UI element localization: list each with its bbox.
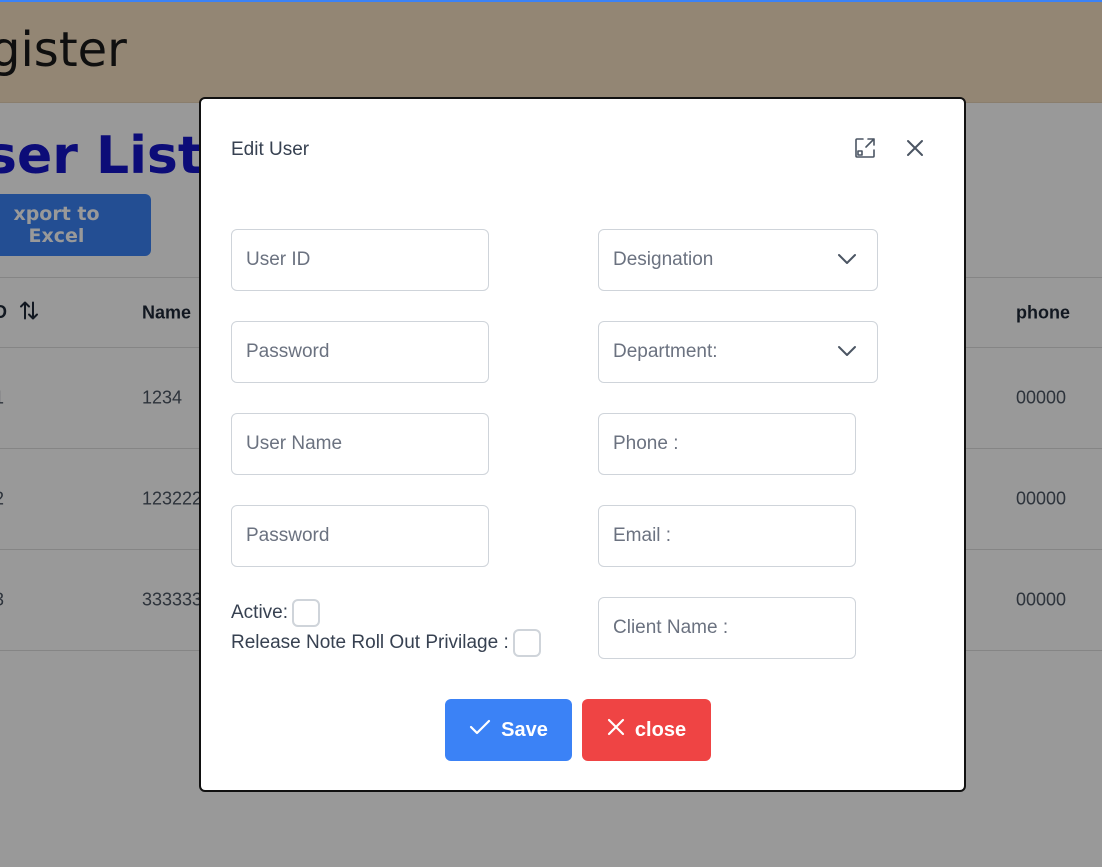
active-label: Active:: [231, 602, 289, 623]
edit-user-dialog: Edit User Active: Release Note R: [199, 97, 966, 792]
designation-value: Designation: [613, 249, 714, 270]
user-name-input[interactable]: [246, 414, 488, 474]
confirm-password-input[interactable]: [246, 506, 488, 566]
password-field[interactable]: [231, 321, 489, 383]
confirm-password-field[interactable]: [231, 505, 489, 567]
user-id-field[interactable]: [231, 229, 489, 291]
close-label: close: [634, 718, 687, 741]
close-button[interactable]: close: [582, 699, 711, 761]
dialog-close-button[interactable]: [901, 136, 929, 164]
maximize-icon: [854, 137, 876, 164]
check-icon: [469, 718, 491, 742]
active-row: Active:: [231, 599, 321, 627]
department-value: Department:: [613, 341, 718, 362]
password-input[interactable]: [246, 322, 488, 382]
designation-select[interactable]: Designation: [598, 229, 878, 291]
dialog-title: Edit User: [231, 139, 310, 160]
save-label: Save: [501, 718, 548, 741]
close-icon: [905, 138, 925, 163]
user-name-field[interactable]: [231, 413, 489, 475]
client-name-field[interactable]: [598, 597, 856, 659]
top-accent-line: [0, 0, 1102, 2]
release-note-row: Release Note Roll Out Privilage :: [231, 629, 541, 657]
chevron-down-icon: [837, 249, 857, 271]
save-button[interactable]: Save: [445, 699, 572, 761]
phone-input[interactable]: [613, 414, 855, 474]
client-name-input[interactable]: [613, 598, 855, 658]
user-id-input[interactable]: [246, 230, 488, 290]
close-icon: [607, 718, 625, 742]
maximize-button[interactable]: [851, 136, 879, 164]
chevron-down-icon: [837, 341, 857, 363]
email-input[interactable]: [613, 506, 855, 566]
email-field[interactable]: [598, 505, 856, 567]
department-select[interactable]: Department:: [598, 321, 878, 383]
active-checkbox[interactable]: [292, 599, 321, 627]
phone-field[interactable]: [598, 413, 856, 475]
release-note-label: Release Note Roll Out Privilage :: [231, 632, 509, 653]
release-note-checkbox[interactable]: [512, 629, 541, 657]
